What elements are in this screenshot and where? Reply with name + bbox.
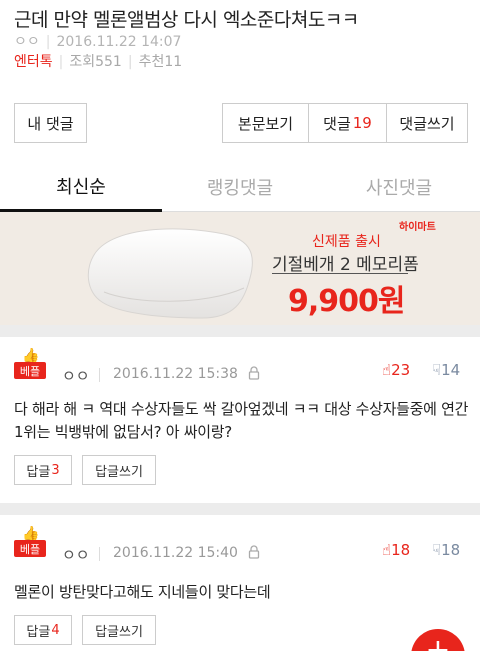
ad-line1: 신제품 출시 <box>312 234 381 250</box>
thumbs-up-icon: 👍 <box>22 526 40 542</box>
write-reply-button[interactable]: 답글쓰기 <box>82 615 156 645</box>
divider <box>99 547 100 561</box>
divider: | <box>58 54 64 70</box>
post-stats: 엔터톡 | 조회551 | 추천11 <box>14 51 182 71</box>
section-gap <box>0 503 480 515</box>
ad-divider <box>272 273 408 274</box>
best-badge-label: 베플 <box>14 540 46 557</box>
comments-label: 댓글 <box>323 114 351 133</box>
thumbs-up-icon: ☝ <box>382 541 392 559</box>
reply-count: 4 <box>51 622 60 638</box>
tab-ranking[interactable]: 랭킹댓글 <box>162 162 318 212</box>
ad-price: 9,900원 <box>288 284 405 319</box>
my-comments-label: 내 댓글 <box>27 114 74 133</box>
lock-icon[interactable] <box>248 545 260 559</box>
upvote-count: 18 <box>391 541 411 559</box>
reply-count: 3 <box>51 462 60 478</box>
reply-label: 답글 <box>26 624 51 640</box>
divider <box>99 368 100 382</box>
downvote-count: 14 <box>441 361 461 379</box>
view-body-label: 본문보기 <box>237 114 294 133</box>
write-reply-label: 답글쓰기 <box>95 464 143 480</box>
post-meta: ㅇㅇ | 2016.11.22 14:07 <box>14 31 181 51</box>
thumbs-up-icon: 👍 <box>22 348 40 364</box>
comment-author[interactable]: ㅇㅇ <box>62 544 90 565</box>
reply-label: 답글 <box>26 464 51 480</box>
comment-item: 👍 베플 ㅇㅇ 2016.11.22 15:38 ☝23 ☟14 다 해라 해 … <box>0 337 480 503</box>
tab-ranking-label: 랭킹댓글 <box>206 178 274 199</box>
downvote-button[interactable]: ☟14 <box>432 361 460 379</box>
divider: | <box>127 54 133 70</box>
ad-banner[interactable]: 하이마트 신제품 출시 기절베개 2 메모리폼 9,900원 <box>0 212 480 325</box>
comments-count-button[interactable]: 댓글 19 <box>308 103 387 143</box>
post-author[interactable]: ㅇㅇ <box>14 34 40 50</box>
comment-datetime: 2016.11.22 15:38 <box>113 366 238 382</box>
tab-latest-label: 최신순 <box>56 176 106 198</box>
tab-latest[interactable]: 최신순 <box>0 162 162 212</box>
comment-text: 멜론이 방탄맞다고해도 지네들이 맞다는데 <box>14 583 271 601</box>
best-badge: 👍 베플 <box>14 349 46 379</box>
comment-author[interactable]: ㅇㅇ <box>62 365 90 386</box>
plus-icon: + <box>425 633 451 651</box>
comment-item: 👍 베플 ㅇㅇ 2016.11.22 15:40 ☝18 ☟18 멜론이 방탄맞… <box>0 515 480 651</box>
sort-tabs: 최신순 랭킹댓글 사진댓글 <box>0 162 480 212</box>
post-recommends: 추천11 <box>138 54 183 70</box>
thumbs-down-icon: ☟ <box>432 541 442 559</box>
post-views: 조회551 <box>69 54 122 70</box>
upvote-button[interactable]: ☝23 <box>382 361 410 379</box>
post-category[interactable]: 엔터톡 <box>14 54 53 70</box>
thumbs-down-icon: ☟ <box>432 361 442 379</box>
my-comments-button[interactable]: 내 댓글 <box>14 103 87 143</box>
ad-line2: 기절베개 2 메모리폼 <box>272 255 419 275</box>
downvote-count: 18 <box>441 541 461 559</box>
best-badge-label: 베플 <box>14 362 46 379</box>
section-gap <box>0 325 480 337</box>
pillow-image <box>87 228 253 319</box>
reply-count-button[interactable]: 답글 4 <box>14 615 72 645</box>
write-reply-label: 답글쓰기 <box>95 624 143 640</box>
best-badge: 👍 베플 <box>14 527 46 557</box>
reply-count-button[interactable]: 답글 3 <box>14 455 72 485</box>
post-header: 근데 만약 멜론앨범상 다시 엑소준다쳐도ㅋㅋ ㅇㅇ | 2016.11.22 14… <box>0 0 480 96</box>
downvote-button[interactable]: ☟18 <box>432 541 460 559</box>
tab-photo[interactable]: 사진댓글 <box>318 162 480 212</box>
divider: | <box>45 34 51 50</box>
ad-brand: 하이마트 <box>399 222 436 233</box>
tab-photo-label: 사진댓글 <box>365 178 433 199</box>
post-title: 근데 만약 멜론앨범상 다시 엑소준다쳐도ㅋㅋ <box>14 9 359 31</box>
thumbs-up-icon: ☝ <box>382 361 392 379</box>
write-reply-button[interactable]: 답글쓰기 <box>82 455 156 485</box>
write-comment-button[interactable]: 댓글쓰기 <box>386 103 468 143</box>
upvote-button[interactable]: ☝18 <box>382 541 410 559</box>
view-body-button[interactable]: 본문보기 <box>222 103 309 143</box>
comment-datetime: 2016.11.22 15:40 <box>113 545 238 561</box>
comment-text: 다 해라 해 ㅋ 역대 수상자들도 싹 갈아엎겠네 ㅋㅋ 대상 수상자들중에 연… <box>14 400 469 441</box>
lock-icon[interactable] <box>248 366 260 380</box>
post-datetime: 2016.11.22 14:07 <box>56 34 182 50</box>
comments-count: 19 <box>352 114 372 132</box>
write-comment-label: 댓글쓰기 <box>399 114 455 133</box>
upvote-count: 23 <box>391 361 411 379</box>
